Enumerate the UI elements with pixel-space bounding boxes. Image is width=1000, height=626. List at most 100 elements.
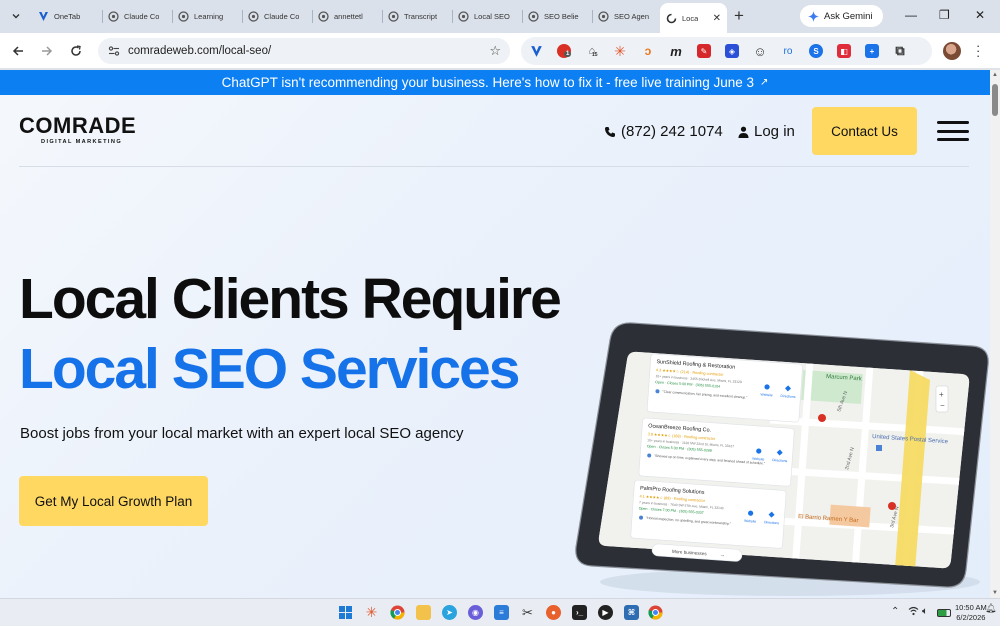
scroll-down-icon[interactable]: ▼	[992, 590, 998, 596]
file-explorer-icon[interactable]	[416, 605, 431, 620]
clock-time: 10:50 AM	[955, 603, 987, 612]
windows-start-icon[interactable]	[338, 605, 353, 620]
tab-learning[interactable]: Learning	[172, 4, 238, 29]
tab-annette[interactable]: annettetl	[312, 4, 378, 29]
pdf-extension-icon[interactable]: ✎	[697, 44, 711, 58]
devtools-icon[interactable]: ⌘	[624, 605, 639, 620]
terminal-icon[interactable]: ›_	[572, 605, 587, 620]
website-label: Website	[760, 393, 773, 398]
hero-title-line-1: Local Clients Require	[19, 267, 562, 331]
scrollbar-thumb[interactable]	[992, 84, 998, 116]
gemini-sparkle-icon	[808, 10, 819, 22]
get-growth-plan-button[interactable]: Get My Local Growth Plan	[19, 476, 208, 526]
notifications-icon[interactable]: 🔔︎	[985, 603, 996, 614]
address-bar[interactable]: comradeweb.com/local-seo/ ☆	[98, 38, 510, 64]
tab-onetab[interactable]: OneTab	[32, 4, 98, 29]
tab-search-button[interactable]	[6, 6, 26, 26]
more-menu-icon[interactable]: · · ·	[976, 39, 980, 62]
smile-extension-icon[interactable]: ☺	[753, 44, 767, 59]
claude-extension-icon[interactable]: ✳	[613, 43, 627, 59]
logo-wordmark: COMRADE	[19, 113, 137, 138]
wifi-icon[interactable]	[908, 606, 919, 619]
site-logo[interactable]: COMRADE DIGITAL MARKETING	[19, 113, 137, 146]
chrome-icon-2[interactable]	[648, 605, 663, 620]
telegram-icon[interactable]: ➤	[442, 605, 457, 620]
badge-count-2: 15	[592, 52, 598, 58]
restore-icon[interactable]: ❐	[939, 8, 950, 22]
notification-extension-icon[interactable]: 1	[557, 44, 572, 58]
tab-claude-2[interactable]: Claude Co	[242, 4, 308, 29]
hero-title-line-2: Local SEO Services	[19, 337, 520, 401]
phone-number: (872) 242 1074	[621, 123, 723, 140]
badge-count: 1	[564, 51, 572, 57]
puzzle-extensions-icon[interactable]: ⧉	[893, 43, 907, 58]
tray-expand-icon[interactable]: ⌃	[891, 606, 899, 617]
firefox-icon[interactable]: ●	[546, 605, 561, 620]
contact-us-button[interactable]: Contact Us	[812, 107, 917, 155]
login-link[interactable]: Log in	[738, 123, 795, 140]
reload-button[interactable]	[66, 41, 86, 61]
tab-local-seo[interactable]: Local SEO	[452, 4, 518, 29]
tablet-illustration: + − Marcum Park 5th Ave N United States …	[570, 320, 990, 598]
close-tab-icon[interactable]: ✕	[713, 13, 721, 24]
promo-banner[interactable]: ChatGPT isn't recommending your business…	[0, 70, 990, 95]
chrome-icon[interactable]	[390, 605, 405, 620]
page-scrollbar[interactable]: ▲ ▼	[990, 70, 1000, 598]
ask-gemini-button[interactable]: Ask Gemini	[800, 5, 883, 27]
external-arrow-icon: ↗	[760, 77, 769, 88]
globe-icon	[108, 11, 119, 22]
loading-icon	[666, 13, 677, 24]
reload-icon	[71, 45, 81, 56]
profile-avatar[interactable]	[943, 42, 961, 60]
browser-toolbar: comradeweb.com/local-seo/ ☆ 1 ⌂ 15 ✳ ↄ m …	[0, 33, 1000, 69]
hamburger-menu-icon[interactable]	[937, 121, 969, 141]
site-info-icon[interactable]	[106, 43, 122, 59]
m-extension-icon[interactable]: m	[669, 44, 683, 59]
s-extension-icon[interactable]: S	[809, 44, 823, 58]
scissors-icon[interactable]: ✂	[520, 605, 535, 620]
blue-extension-icon[interactable]: ◈	[725, 44, 739, 58]
back-button[interactable]	[8, 41, 28, 61]
phone-link[interactable]: (872) 242 1074	[604, 123, 723, 140]
system-clock[interactable]: 10:50 AM 6/2/2026	[955, 603, 987, 623]
tab-title: Transcript	[404, 12, 438, 21]
close-window-icon[interactable]: ✕	[975, 8, 985, 22]
hero-subtitle: Boost jobs from your local market with a…	[20, 425, 464, 442]
tab-active-local-seo[interactable]: Loca ✕	[660, 3, 727, 33]
home-extension-icon[interactable]: ⌂ 15	[585, 44, 599, 58]
globe-icon	[598, 11, 609, 22]
tab-title: Learning	[194, 12, 224, 21]
red-extension-icon[interactable]: ◧	[837, 44, 851, 58]
ro-extension-icon[interactable]: ro	[781, 44, 795, 58]
new-tab-button[interactable]: +	[734, 7, 744, 24]
minimize-icon[interactable]: —	[905, 8, 917, 22]
tab-claude-1[interactable]: Claude Co	[102, 4, 168, 29]
notes-icon[interactable]: ≡	[494, 605, 509, 620]
swirl-extension-icon[interactable]: ↄ	[641, 44, 655, 58]
bookmark-star-icon[interactable]: ☆	[489, 43, 501, 59]
website-label: Website	[752, 457, 765, 462]
meet-icon[interactable]: ◉	[468, 605, 483, 620]
battery-icon[interactable]	[937, 609, 951, 617]
tab-seo-agen[interactable]: SEO Agen	[592, 4, 658, 29]
logo-tagline: DIGITAL MARKETING	[41, 139, 123, 145]
onetab-extension-icon[interactable]	[529, 44, 543, 58]
tab-title: Claude Co	[264, 12, 300, 21]
scroll-up-icon[interactable]: ▲	[992, 72, 998, 78]
tab-seo-belie[interactable]: SEO Belie	[522, 4, 588, 29]
phone-icon	[605, 126, 615, 137]
claude-app-icon[interactable]: ✳	[364, 604, 379, 620]
globe-icon	[458, 11, 469, 22]
tab-title: SEO Belie	[544, 12, 579, 21]
media-player-icon[interactable]: ▶	[598, 605, 613, 620]
tab-transcript[interactable]: Transcript	[382, 4, 448, 29]
browser-tab-strip: OneTab Claude Co Learning Claude Co anne…	[0, 0, 1000, 33]
login-label: Log in	[754, 123, 795, 140]
tab-title: OneTab	[54, 12, 81, 21]
volume-icon[interactable]: 🔈︎	[922, 606, 928, 617]
tab-title: Loca	[682, 13, 699, 23]
plus-extension-icon[interactable]: +	[865, 44, 879, 58]
page-viewport: ChatGPT isn't recommending your business…	[0, 70, 990, 598]
forward-button[interactable]	[37, 41, 57, 61]
promo-text: ChatGPT isn't recommending your business…	[221, 75, 754, 90]
